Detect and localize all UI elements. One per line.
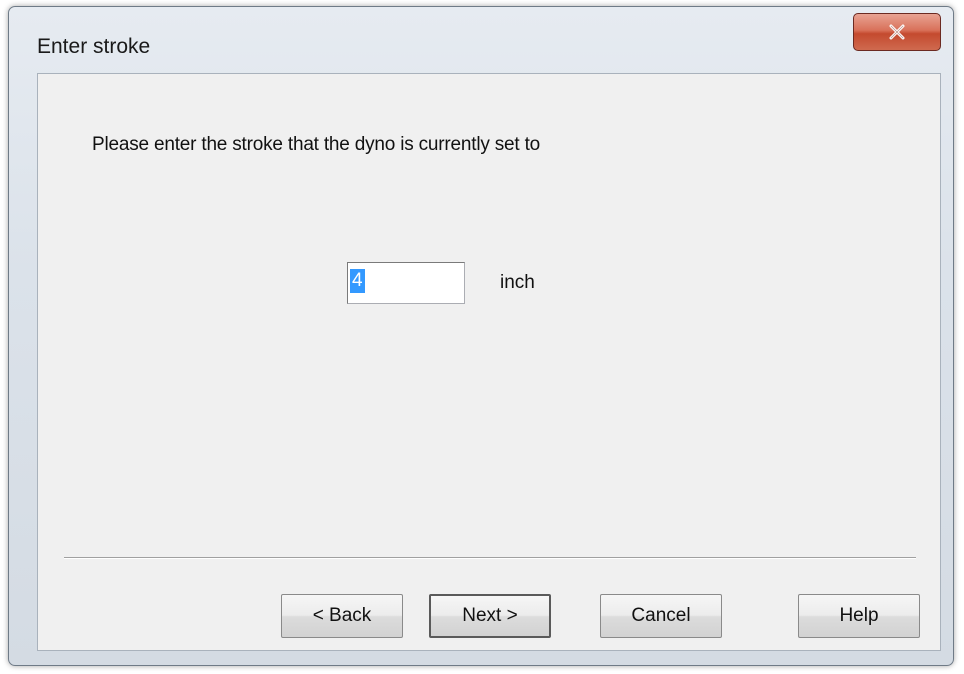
close-x-icon xyxy=(889,24,905,40)
close-button[interactable] xyxy=(853,13,941,51)
prompt-text: Please enter the stroke that the dyno is… xyxy=(92,134,541,155)
dialog-body: Please enter the stroke that the dyno is… xyxy=(37,73,941,651)
separator-line xyxy=(64,557,916,559)
stroke-input[interactable] xyxy=(347,262,465,304)
title-bar[interactable]: Enter stroke xyxy=(9,7,953,73)
next-button[interactable]: Next > xyxy=(429,594,551,638)
window-title: Enter stroke xyxy=(37,35,151,58)
cancel-button[interactable]: Cancel xyxy=(600,594,722,638)
help-button[interactable]: Help xyxy=(798,594,920,638)
dialog-window: Enter stroke Please enter the stroke tha… xyxy=(8,6,954,666)
unit-label: inch xyxy=(500,272,535,293)
back-button[interactable]: < Back xyxy=(281,594,403,638)
